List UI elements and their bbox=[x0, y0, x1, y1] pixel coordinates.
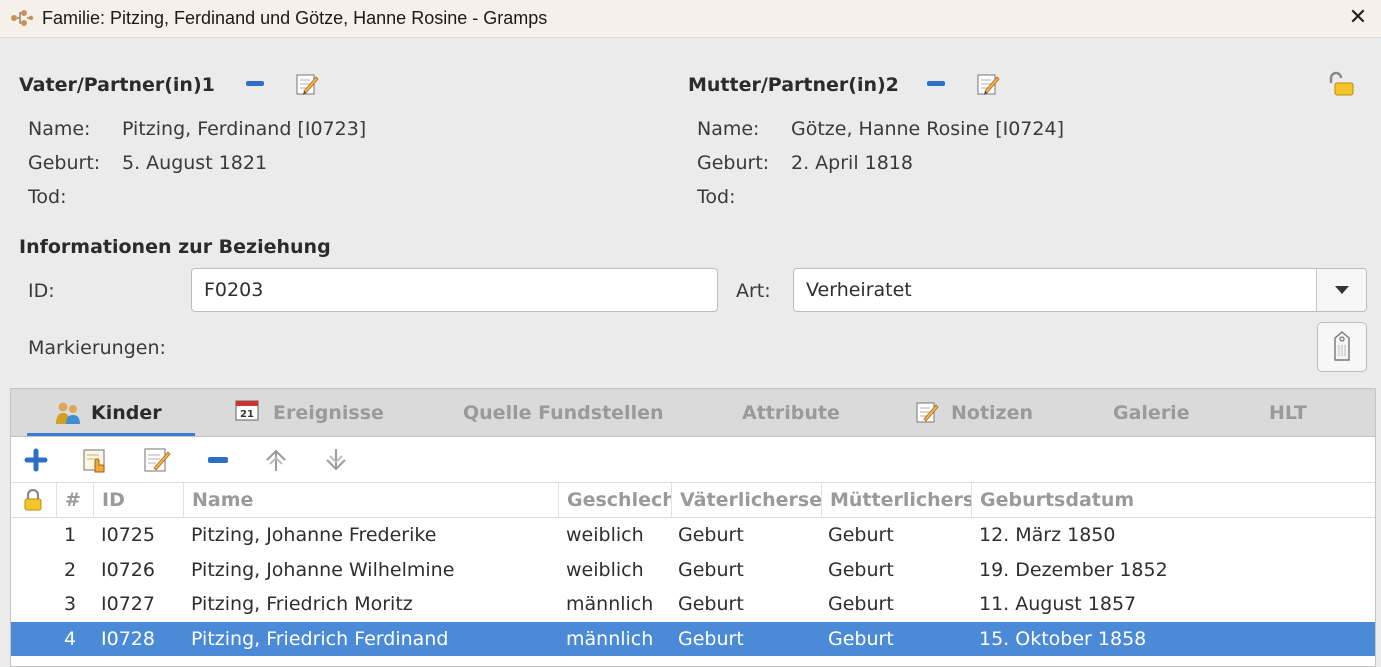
row-number: 4 bbox=[64, 627, 77, 650]
tab-events[interactable]: 21 Ereignisse bbox=[221, 389, 396, 436]
row-number: 3 bbox=[64, 593, 77, 615]
notes-icon bbox=[916, 402, 939, 423]
row-birth-date: 11. August 1857 bbox=[979, 593, 1137, 615]
row-gender: weiblich bbox=[566, 558, 644, 581]
row-number: 1 bbox=[64, 524, 77, 546]
father-section-title: Vater/Partner(in)1 bbox=[19, 74, 215, 96]
close-button[interactable]: ✕ bbox=[1343, 4, 1373, 32]
row-id: I0727 bbox=[101, 593, 155, 615]
edit-tags-button[interactable] bbox=[1317, 322, 1367, 372]
row-birth-date: 19. Dezember 1852 bbox=[979, 558, 1168, 581]
edit-father-icon[interactable] bbox=[295, 72, 319, 96]
relationship-section-title: Informationen zur Beziehung bbox=[19, 236, 331, 258]
row-maternal: Geburt bbox=[828, 593, 894, 615]
edit-mother-icon[interactable] bbox=[976, 72, 1000, 96]
table-row-selected[interactable]: 4 I0728 Pitzing, Friedrich Ferdinand män… bbox=[11, 621, 1375, 656]
tab-children[interactable]: Kinder bbox=[27, 389, 195, 436]
row-gender: männlich bbox=[566, 627, 654, 650]
add-icon[interactable] bbox=[21, 445, 51, 475]
father-name-label: Name: bbox=[28, 118, 91, 140]
children-table: # ID Name Geschlecht Väterlicherseits Mü… bbox=[11, 483, 1375, 656]
row-number: 2 bbox=[64, 558, 77, 581]
remove-icon[interactable] bbox=[203, 445, 233, 475]
father-birth-label: Geburt: bbox=[28, 152, 101, 174]
close-icon: ✕ bbox=[1348, 5, 1368, 30]
row-paternal: Geburt bbox=[678, 627, 744, 650]
lock-icon bbox=[24, 489, 42, 511]
family-notebook: Kinder 21 Ereignisse Quelle Fundstellen … bbox=[10, 388, 1376, 667]
tab-notes[interactable]: Notizen bbox=[915, 389, 1045, 436]
mother-birth-label: Geburt: bbox=[697, 152, 770, 174]
column-id[interactable]: ID bbox=[93, 483, 183, 518]
row-name: Pitzing, Friedrich Ferdinand bbox=[191, 627, 449, 650]
tab-bar: Kinder 21 Ereignisse Quelle Fundstellen … bbox=[11, 389, 1375, 437]
mother-death-label: Tod: bbox=[697, 186, 736, 208]
row-gender: weiblich bbox=[566, 524, 644, 546]
mother-birth-value: 2. April 1818 bbox=[791, 152, 913, 174]
relationship-type-value: Verheiratet bbox=[806, 279, 912, 301]
row-paternal: Geburt bbox=[678, 524, 744, 546]
move-down-icon[interactable] bbox=[321, 445, 351, 475]
row-id: I0726 bbox=[101, 558, 155, 581]
column-gender[interactable]: Geschlecht bbox=[558, 483, 671, 518]
column-number[interactable]: # bbox=[56, 483, 93, 518]
column-maternal[interactable]: Mütterlicherseits bbox=[821, 483, 971, 518]
row-maternal: Geburt bbox=[828, 524, 894, 546]
mother-section-title: Mutter/Partner(in)2 bbox=[688, 74, 899, 96]
tag-icon bbox=[1334, 331, 1350, 361]
children-icon bbox=[56, 402, 80, 424]
column-private[interactable] bbox=[11, 483, 56, 518]
row-id: I0725 bbox=[101, 524, 155, 546]
relationship-type-select[interactable]: Verheiratet bbox=[793, 268, 1367, 312]
column-name[interactable]: Name bbox=[183, 483, 558, 518]
father-name-value: Pitzing, Ferdinand [I0723] bbox=[122, 118, 367, 140]
tab-citations[interactable]: Quelle Fundstellen bbox=[463, 389, 678, 436]
table-row[interactable]: 2 I0726 Pitzing, Johanne Wilhelmine weib… bbox=[11, 553, 1375, 588]
tags-label: Markierungen: bbox=[28, 337, 166, 359]
tab-attributes[interactable]: Attribute bbox=[742, 389, 852, 436]
row-paternal: Geburt bbox=[678, 558, 744, 581]
father-death-label: Tod: bbox=[28, 186, 67, 208]
id-label: ID: bbox=[28, 280, 55, 302]
tab-gallery[interactable]: Galerie bbox=[1113, 389, 1208, 436]
edit-icon[interactable] bbox=[142, 445, 172, 475]
father-birth-value: 5. August 1821 bbox=[122, 152, 268, 174]
table-row[interactable]: 3 I0727 Pitzing, Friedrich Moritz männli… bbox=[11, 587, 1375, 622]
row-birth-date: 12. März 1850 bbox=[979, 524, 1116, 546]
row-paternal: Geburt bbox=[678, 593, 744, 615]
move-up-icon[interactable] bbox=[261, 445, 291, 475]
family-tree-icon bbox=[11, 10, 34, 26]
unlock-privacy-icon[interactable] bbox=[1326, 71, 1356, 97]
row-id: I0728 bbox=[101, 627, 155, 650]
mother-name-label: Name: bbox=[697, 118, 760, 140]
row-name: Pitzing, Johanne Frederike bbox=[191, 524, 437, 546]
window-title: Familie: Pitzing, Ferdinand und Götze, H… bbox=[42, 8, 548, 28]
calendar-icon: 21 bbox=[235, 400, 259, 421]
chevron-down-icon[interactable] bbox=[1316, 269, 1366, 311]
table-header: # ID Name Geschlecht Väterlicherseits Mü… bbox=[11, 483, 1375, 518]
column-birth-date[interactable]: Geburtsdatum bbox=[971, 483, 1375, 518]
row-maternal: Geburt bbox=[828, 627, 894, 650]
row-birth-date: 15. Oktober 1858 bbox=[979, 627, 1147, 650]
row-maternal: Geburt bbox=[828, 558, 894, 581]
table-row[interactable]: 1 I0725 Pitzing, Johanne Frederike weibl… bbox=[11, 518, 1375, 553]
row-gender: männlich bbox=[566, 593, 654, 615]
column-paternal[interactable]: Väterlicherseits bbox=[671, 483, 821, 518]
mother-name-value: Götze, Hanne Rosine [I0724] bbox=[791, 118, 1064, 140]
row-name: Pitzing, Johanne Wilhelmine bbox=[191, 558, 455, 581]
window-titlebar: Familie: Pitzing, Ferdinand und Götze, H… bbox=[0, 0, 1381, 38]
tab-hlt[interactable]: HLT bbox=[1269, 389, 1329, 436]
remove-father-button[interactable] bbox=[245, 77, 265, 91]
type-label: Art: bbox=[736, 280, 771, 302]
row-name: Pitzing, Friedrich Moritz bbox=[191, 593, 413, 615]
svg-text:21: 21 bbox=[240, 409, 254, 420]
share-existing-icon[interactable] bbox=[81, 445, 111, 475]
children-toolbar bbox=[11, 437, 1375, 483]
family-id-input[interactable] bbox=[191, 268, 718, 312]
remove-mother-button[interactable] bbox=[926, 77, 946, 91]
